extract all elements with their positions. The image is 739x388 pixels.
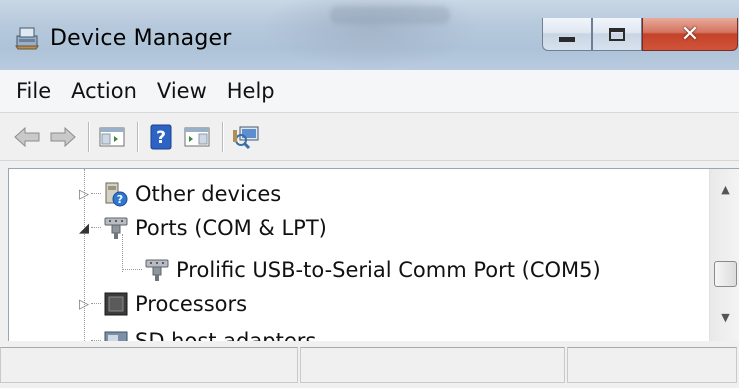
tree-item-label: Processors	[135, 292, 248, 316]
status-pane	[567, 347, 737, 383]
scroll-thumb[interactable]	[714, 261, 737, 287]
show-hide-console-tree-button[interactable]	[95, 120, 129, 154]
back-button[interactable]	[10, 120, 44, 154]
tree-item-processors[interactable]: ▷ Processors	[77, 287, 247, 321]
scroll-down-button[interactable]: ▼	[710, 305, 739, 329]
close-icon: ✕	[680, 21, 700, 47]
collapse-icon[interactable]: ◢	[77, 221, 91, 236]
tree-item-prolific-port[interactable]: Prolific USB-to-Serial Comm Port (COM5)	[122, 253, 601, 287]
menu-view[interactable]: View	[149, 79, 215, 103]
minimize-icon	[559, 36, 575, 42]
status-pane	[299, 347, 566, 383]
menu-action[interactable]: Action	[63, 79, 145, 103]
title-bar[interactable]: Device Manager ✕	[0, 0, 739, 70]
svg-text:?: ?	[156, 128, 166, 148]
tree-connector	[91, 227, 101, 229]
processor-icon	[104, 292, 128, 316]
close-button[interactable]: ✕	[642, 18, 738, 51]
tree-connector	[91, 303, 101, 305]
tree-item-label: SD host adapters	[135, 329, 317, 341]
tree-item-ports[interactable]: ◢ Ports (COM & LPT)	[77, 211, 327, 245]
tree-item-sd-host-adapters[interactable]: SD host adapters	[77, 324, 316, 341]
window-title: Device Manager	[50, 26, 232, 51]
vertical-scrollbar[interactable]: ▲ ▼	[709, 169, 739, 341]
tree-connector	[91, 193, 101, 195]
toolbar-separator	[137, 121, 138, 152]
maximize-icon	[609, 27, 625, 41]
svg-text:?: ?	[117, 193, 123, 206]
status-pane	[0, 347, 298, 383]
expand-icon[interactable]: ▷	[77, 297, 91, 312]
scan-hardware-changes-icon	[233, 126, 259, 149]
expand-icon[interactable]	[77, 334, 91, 341]
expand-icon[interactable]: ▷	[77, 187, 91, 202]
tree-connector	[91, 340, 101, 341]
toolbar-separator	[88, 121, 89, 152]
tree-item-other-devices[interactable]: ▷ ? Other devices	[77, 177, 281, 211]
forward-button[interactable]	[46, 120, 80, 154]
device-tree-panel: ▷ ? Other devices ◢ Ports (COM & LPT) Pr…	[8, 168, 739, 341]
background-blur	[330, 6, 450, 24]
menu-file[interactable]: File	[8, 79, 59, 103]
window-controls: ✕	[542, 18, 738, 52]
sd-adapter-icon	[104, 331, 128, 341]
port-icon	[104, 217, 128, 239]
status-bar	[0, 342, 739, 388]
help-button[interactable]: ?	[144, 120, 178, 154]
minimize-button[interactable]	[542, 18, 592, 51]
menu-help[interactable]: Help	[219, 79, 283, 103]
scroll-up-button[interactable]: ▲	[710, 177, 739, 201]
scan-hardware-changes-button[interactable]	[229, 120, 263, 154]
other-devices-icon: ?	[105, 182, 128, 207]
toolbar-separator	[222, 121, 223, 152]
back-arrow-icon	[14, 126, 40, 147]
tree-connector	[122, 269, 142, 271]
show-action-pane-button[interactable]	[180, 120, 214, 154]
port-icon	[145, 259, 169, 281]
tree-item-label: Ports (COM & LPT)	[135, 216, 327, 240]
tree-item-label: Prolific USB-to-Serial Comm Port (COM5)	[176, 258, 601, 282]
show-action-pane-icon	[184, 127, 210, 146]
menu-bar: File Action View Help	[0, 70, 739, 113]
tree-item-label: Other devices	[135, 182, 282, 206]
toolbar: ?	[0, 113, 739, 161]
device-tree: ▷ ? Other devices ◢ Ports (COM & LPT) Pr…	[9, 169, 709, 341]
maximize-button[interactable]	[592, 18, 642, 51]
device-manager-icon	[15, 27, 39, 50]
forward-arrow-icon	[50, 126, 76, 147]
help-icon: ?	[150, 124, 172, 149]
show-hide-console-tree-icon	[99, 127, 125, 146]
